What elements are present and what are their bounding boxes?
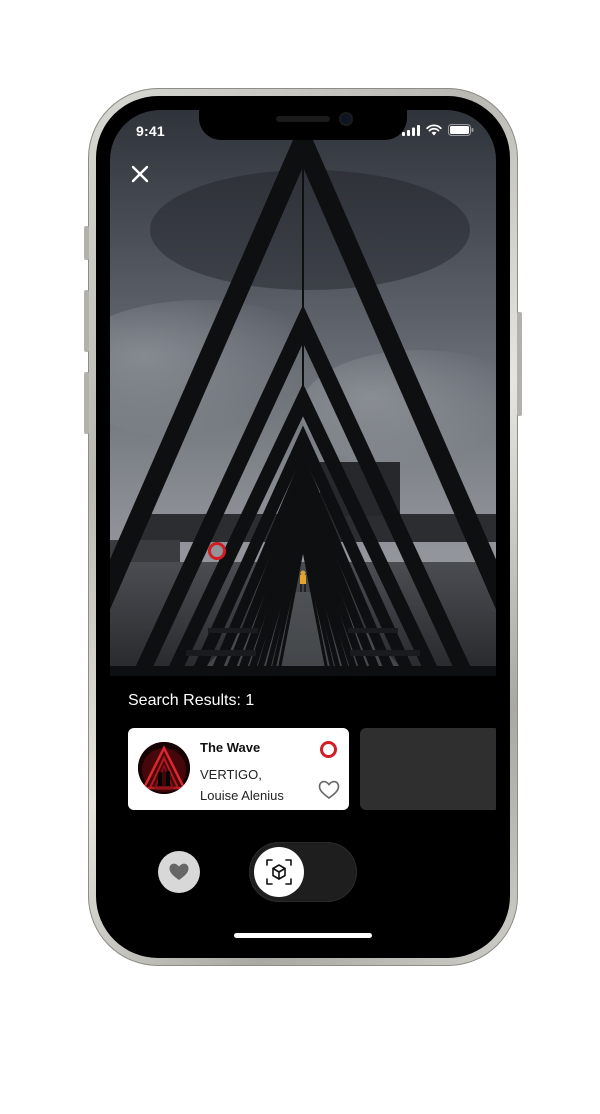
notch <box>199 110 407 140</box>
volume-down-button <box>84 372 89 434</box>
result-artist-line-2: Louise Alenius <box>200 788 284 803</box>
wifi-icon <box>426 124 442 136</box>
heart-filled-icon <box>169 863 189 880</box>
next-result-card[interactable] <box>360 728 496 810</box>
target-marker-icon[interactable] <box>208 542 226 560</box>
close-icon <box>131 165 149 183</box>
phone-screen: 9:41 Search Results: 1 The Wave VERTIGO,… <box>110 110 496 944</box>
artwork-thumbnail <box>138 742 190 794</box>
ar-scan-cube-icon <box>266 859 292 885</box>
scan-mode-toggle[interactable] <box>249 842 357 902</box>
result-title: The Wave <box>200 740 261 755</box>
result-artist-line-1: VERTIGO, <box>200 767 262 782</box>
battery-icon <box>448 124 474 136</box>
camera-view-photo[interactable] <box>110 110 496 676</box>
result-artist: VERTIGO, Louise Alenius <box>200 764 284 806</box>
favorites-button[interactable] <box>158 851 200 893</box>
heart-outline-icon <box>318 780 340 799</box>
result-card[interactable]: The Wave VERTIGO, Louise Alenius <box>128 728 349 810</box>
volume-up-button <box>84 290 89 352</box>
power-button <box>517 312 522 416</box>
close-button[interactable] <box>126 160 154 188</box>
cellular-signal-icon <box>402 124 420 136</box>
like-button[interactable] <box>318 780 340 805</box>
search-results-label: Search Results: 1 <box>128 692 255 709</box>
toggle-knob[interactable] <box>254 847 304 897</box>
front-camera <box>341 114 351 124</box>
status-icons <box>402 124 474 136</box>
locate-target-icon[interactable] <box>320 741 337 758</box>
status-time: 9:41 <box>136 123 165 139</box>
home-indicator[interactable] <box>234 933 372 938</box>
mute-switch <box>84 226 89 260</box>
earpiece-speaker <box>276 116 330 122</box>
